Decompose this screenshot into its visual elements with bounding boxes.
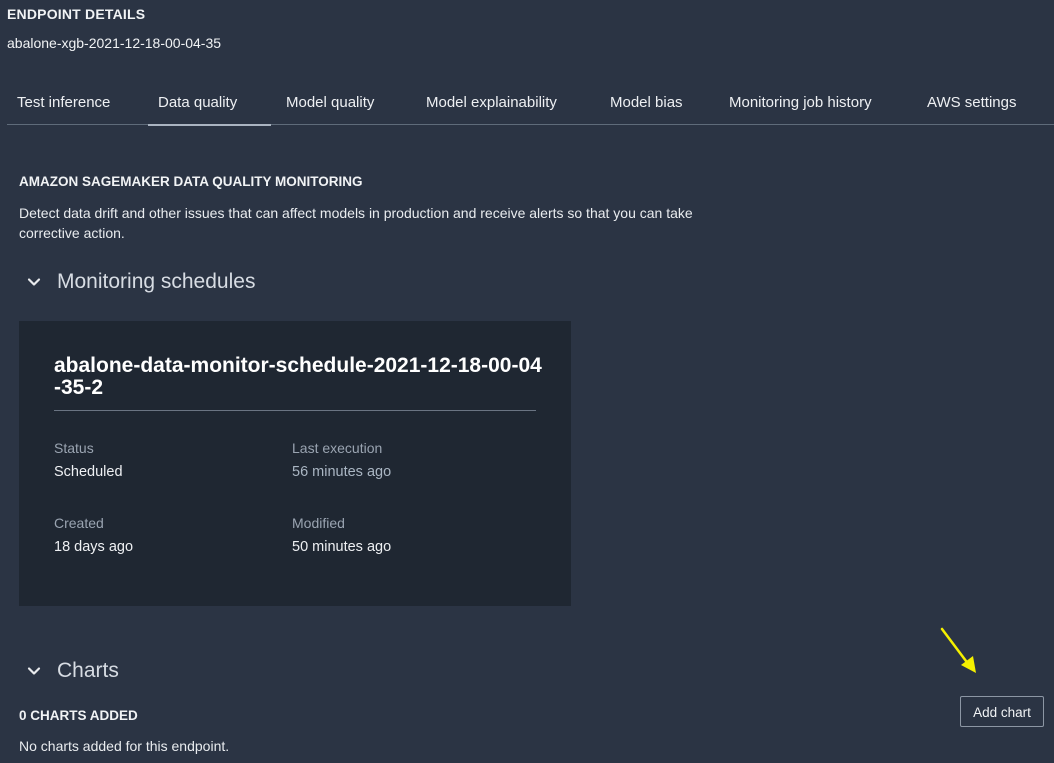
monitoring-schedules-heading: Monitoring schedules	[57, 270, 256, 293]
modified-label: Modified	[292, 515, 345, 531]
tab-bar: Test inference Data quality Model qualit…	[7, 82, 1054, 126]
arrow-annotation-icon	[940, 627, 976, 673]
charts-empty-message: No charts added for this endpoint.	[19, 738, 230, 754]
last-execution-label: Last execution	[292, 440, 383, 456]
tab-data-quality[interactable]: Data quality	[147, 82, 272, 126]
schedule-card: abalone-data-monitor-schedule-2021-12-18…	[19, 321, 571, 606]
chevron-down-icon	[27, 278, 41, 286]
created-value: 18 days ago	[54, 539, 134, 555]
chevron-down-icon	[27, 667, 41, 675]
tab-model-quality[interactable]: Model quality	[286, 82, 374, 124]
modified-value: 50 minutes ago	[292, 539, 392, 555]
page-header-label: ENDPOINT DETAILS	[7, 6, 146, 22]
charts-count-label: 0 CHARTS ADDED	[19, 708, 138, 723]
section-description: Detect data drift and other issues that …	[19, 205, 693, 241]
tab-aws-settings[interactable]: AWS settings	[927, 82, 1016, 124]
tab-model-explainability[interactable]: Model explainability	[426, 82, 557, 124]
tab-model-bias[interactable]: Model bias	[610, 82, 683, 124]
last-execution-value: 56 minutes ago	[292, 464, 392, 480]
endpoint-name: abalone-xgb-2021-12-18-00-04-35	[7, 35, 222, 51]
status-value: Scheduled	[54, 464, 123, 480]
created-label: Created	[54, 515, 104, 531]
status-label: Status	[54, 440, 94, 456]
card-divider	[54, 410, 536, 411]
tab-test-inference[interactable]: Test inference	[17, 82, 110, 124]
schedule-name: abalone-data-monitor-schedule-2021-12-18…	[54, 354, 542, 399]
add-chart-button[interactable]: Add chart	[960, 696, 1044, 727]
charts-toggle[interactable]: Charts	[24, 659, 119, 683]
section-title: AMAZON SAGEMAKER DATA QUALITY MONITORING	[19, 174, 363, 189]
charts-heading: Charts	[57, 659, 119, 682]
monitoring-schedules-toggle[interactable]: Monitoring schedules	[24, 270, 255, 294]
tab-monitoring-job-history[interactable]: Monitoring job history	[729, 82, 872, 124]
